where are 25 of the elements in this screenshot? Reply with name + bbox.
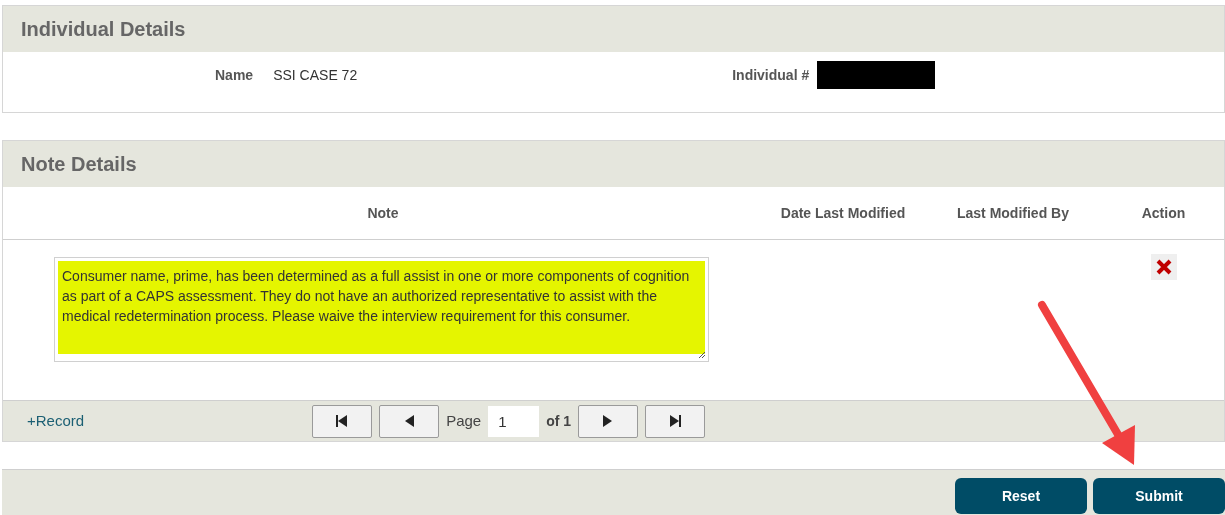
individual-number-label: Individual # [732,65,810,85]
first-page-button[interactable] [312,404,373,438]
page-field[interactable]: 1 [488,405,540,437]
resize-grip-icon[interactable] [698,351,706,359]
column-header: Note [367,203,399,223]
next-page-button[interactable] [578,404,639,438]
note-text: Consumer name, prime, has been determined as a full assist in one or more components of cognition as part of a CAPS assessment. They do not have an authorized representative to assist with the medical redetermination process. Please waive the interview requirement for this consumer. [58,261,705,354]
add-record-link[interactable]: +Record [27,409,85,433]
column-header: Last Modified By [957,203,1069,223]
name-label: Name [215,65,254,85]
page-count: of 1 [546,411,572,431]
close-icon [1154,258,1173,276]
first-page-icon [335,414,350,428]
column-header: Date Last Modified [780,203,906,223]
column-header: Action [1141,203,1186,223]
last-page-icon [668,414,683,428]
last-page-button[interactable] [645,404,706,438]
previous-page-button[interactable] [379,404,440,438]
page-label: Page [446,410,482,431]
form-button[interactable]: Submit [1093,478,1225,514]
delete-button[interactable] [1150,254,1177,280]
section-title: Individual Details [21,17,186,42]
form-button[interactable]: Reset [955,478,1087,514]
name-value: SSI CASE 72 [273,65,358,85]
section-title: Note Details [21,152,137,177]
